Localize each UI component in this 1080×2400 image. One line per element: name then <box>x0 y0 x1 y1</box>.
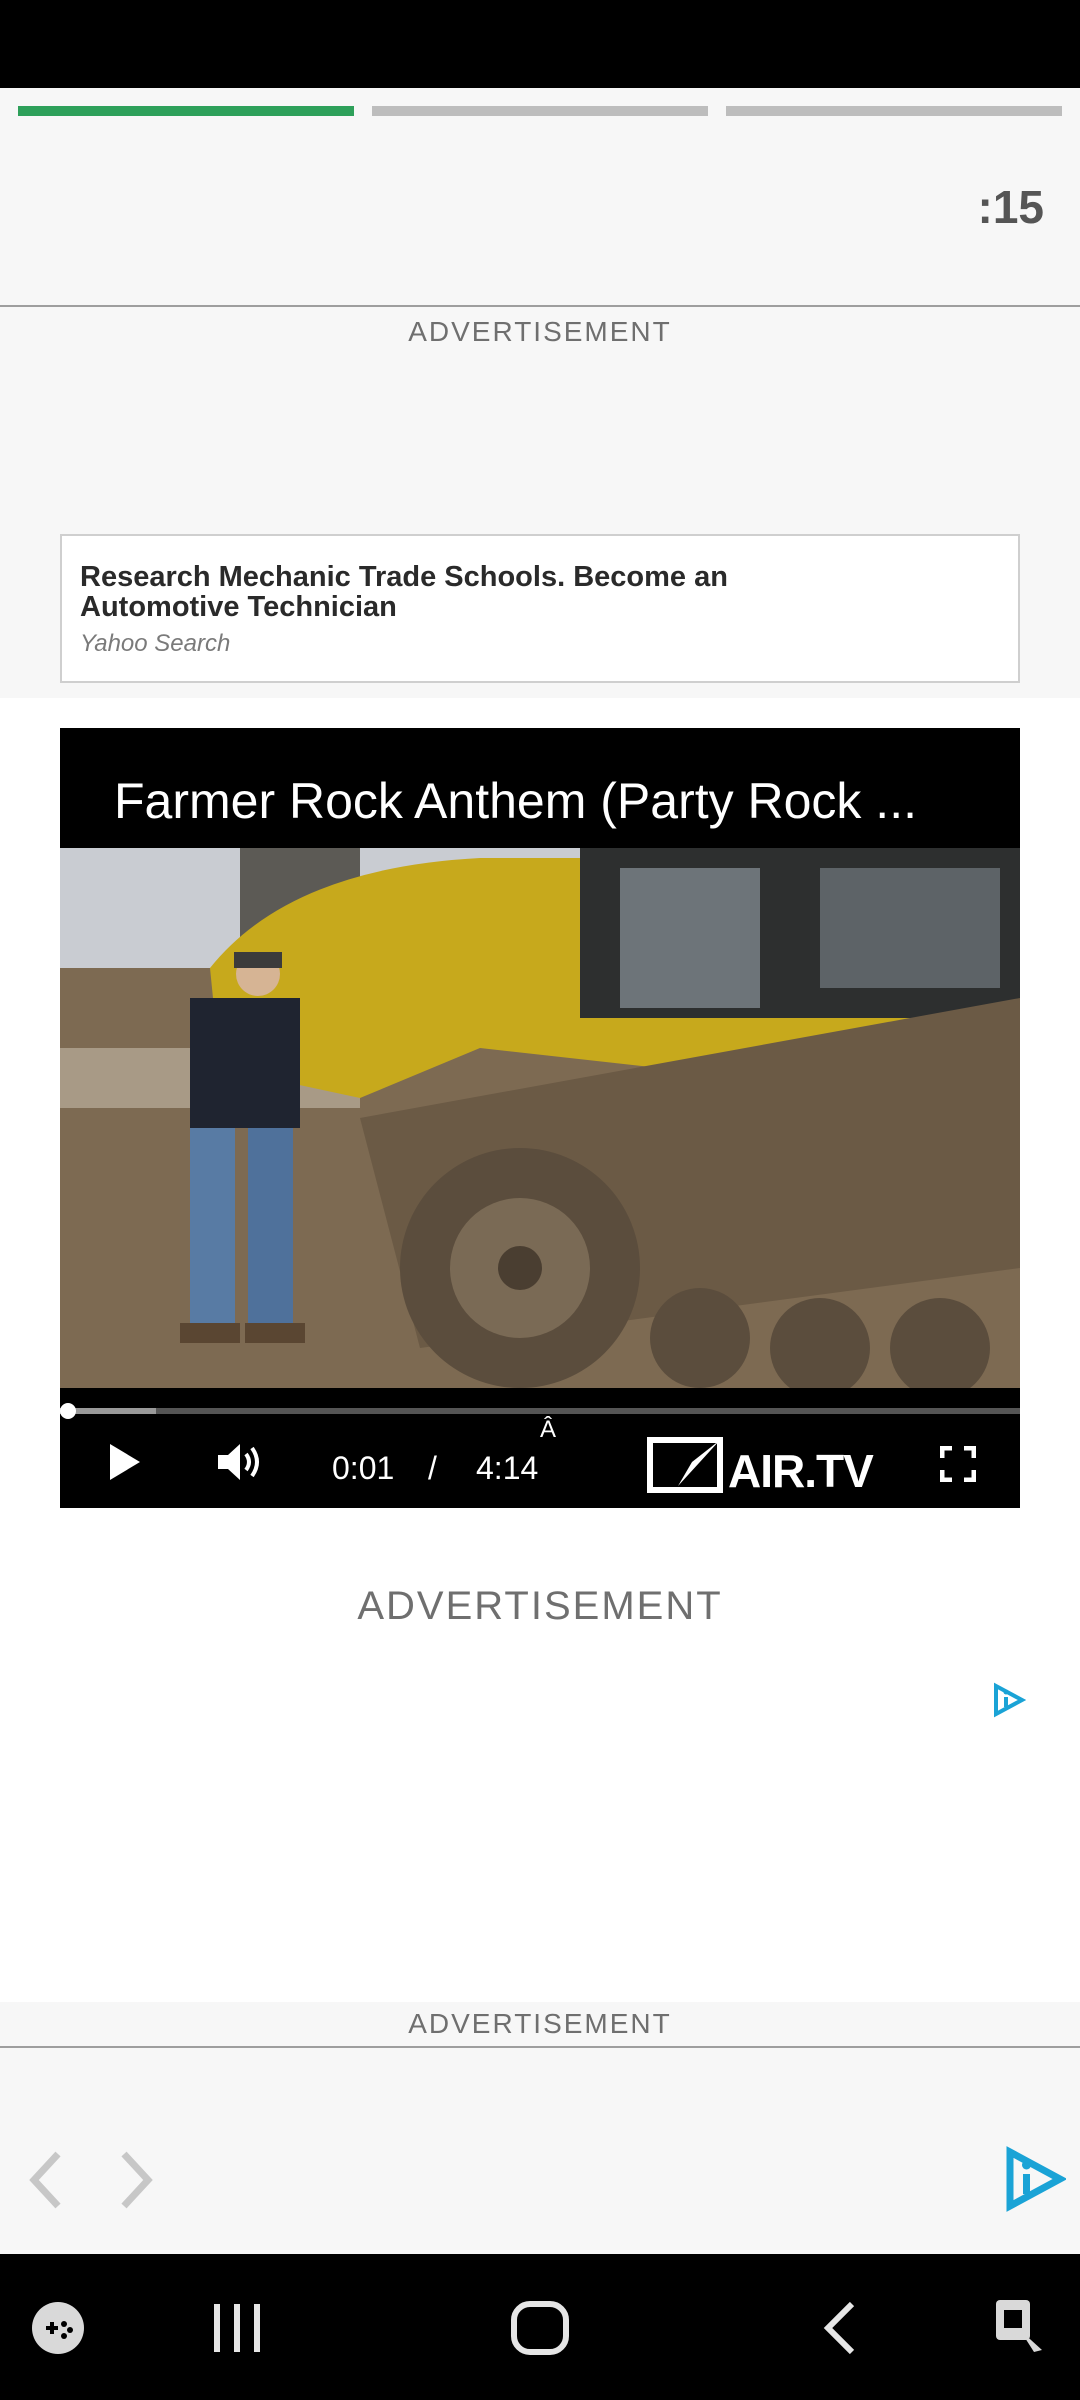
ad-label-bottom: ADVERTISEMENT <box>408 2008 672 2039</box>
time-separator: / <box>428 1450 437 1486</box>
progress-segment-3 <box>726 106 1062 116</box>
chevron-right-icon[interactable] <box>114 2150 158 2215</box>
video-frame[interactable] <box>60 848 1020 1388</box>
system-nav-bar <box>0 2254 1080 2400</box>
status-bar <box>0 0 1080 88</box>
back-icon[interactable] <box>820 2300 860 2361</box>
play-icon[interactable] <box>104 1440 144 1489</box>
video-player[interactable]: Farmer Rock Anthem (Party Rock ... 0:01 … <box>60 728 1020 1508</box>
story-progress <box>18 106 1062 116</box>
progress-segment-2 <box>372 106 708 116</box>
divider-bottom <box>0 2046 1080 2048</box>
adchoices-icon[interactable] <box>990 1682 1027 1723</box>
scrub-handle[interactable] <box>60 1403 76 1419</box>
game-launcher-icon[interactable] <box>30 2300 86 2361</box>
adchoices-icon[interactable] <box>1000 2146 1068 2217</box>
duration: 4:14 <box>476 1450 539 1486</box>
brand-name: AIR.TV <box>728 1445 874 1497</box>
countdown-timer: :15 <box>977 181 1044 233</box>
recent-apps-icon[interactable] <box>210 2302 266 2359</box>
ad-label-middle: ADVERTISEMENT <box>357 1584 723 1628</box>
home-icon[interactable] <box>510 2300 570 2361</box>
volume-icon[interactable] <box>214 1440 266 1489</box>
video-thumbnail <box>60 848 1020 1388</box>
current-time: 0:01 <box>332 1450 395 1486</box>
fullscreen-icon[interactable] <box>939 1445 977 1487</box>
video-title[interactable]: Farmer Rock Anthem (Party Rock ... <box>114 772 917 830</box>
ad-source: Yahoo Search <box>80 630 231 657</box>
ad-label-top: ADVERTISEMENT <box>408 316 672 347</box>
stray-glyph: Â <box>540 1416 557 1443</box>
divider-top <box>0 305 1080 307</box>
text-ad-card[interactable]: Research Mechanic Trade Schools. Become … <box>60 534 1020 683</box>
scrub-bar[interactable] <box>60 1403 1020 1419</box>
chevron-left-icon[interactable] <box>24 2150 68 2215</box>
accessibility-icon[interactable] <box>990 2294 1050 2363</box>
ad-headline[interactable]: Research Mechanic Trade Schools. Become … <box>80 562 780 622</box>
progress-segment-1 <box>18 106 354 116</box>
